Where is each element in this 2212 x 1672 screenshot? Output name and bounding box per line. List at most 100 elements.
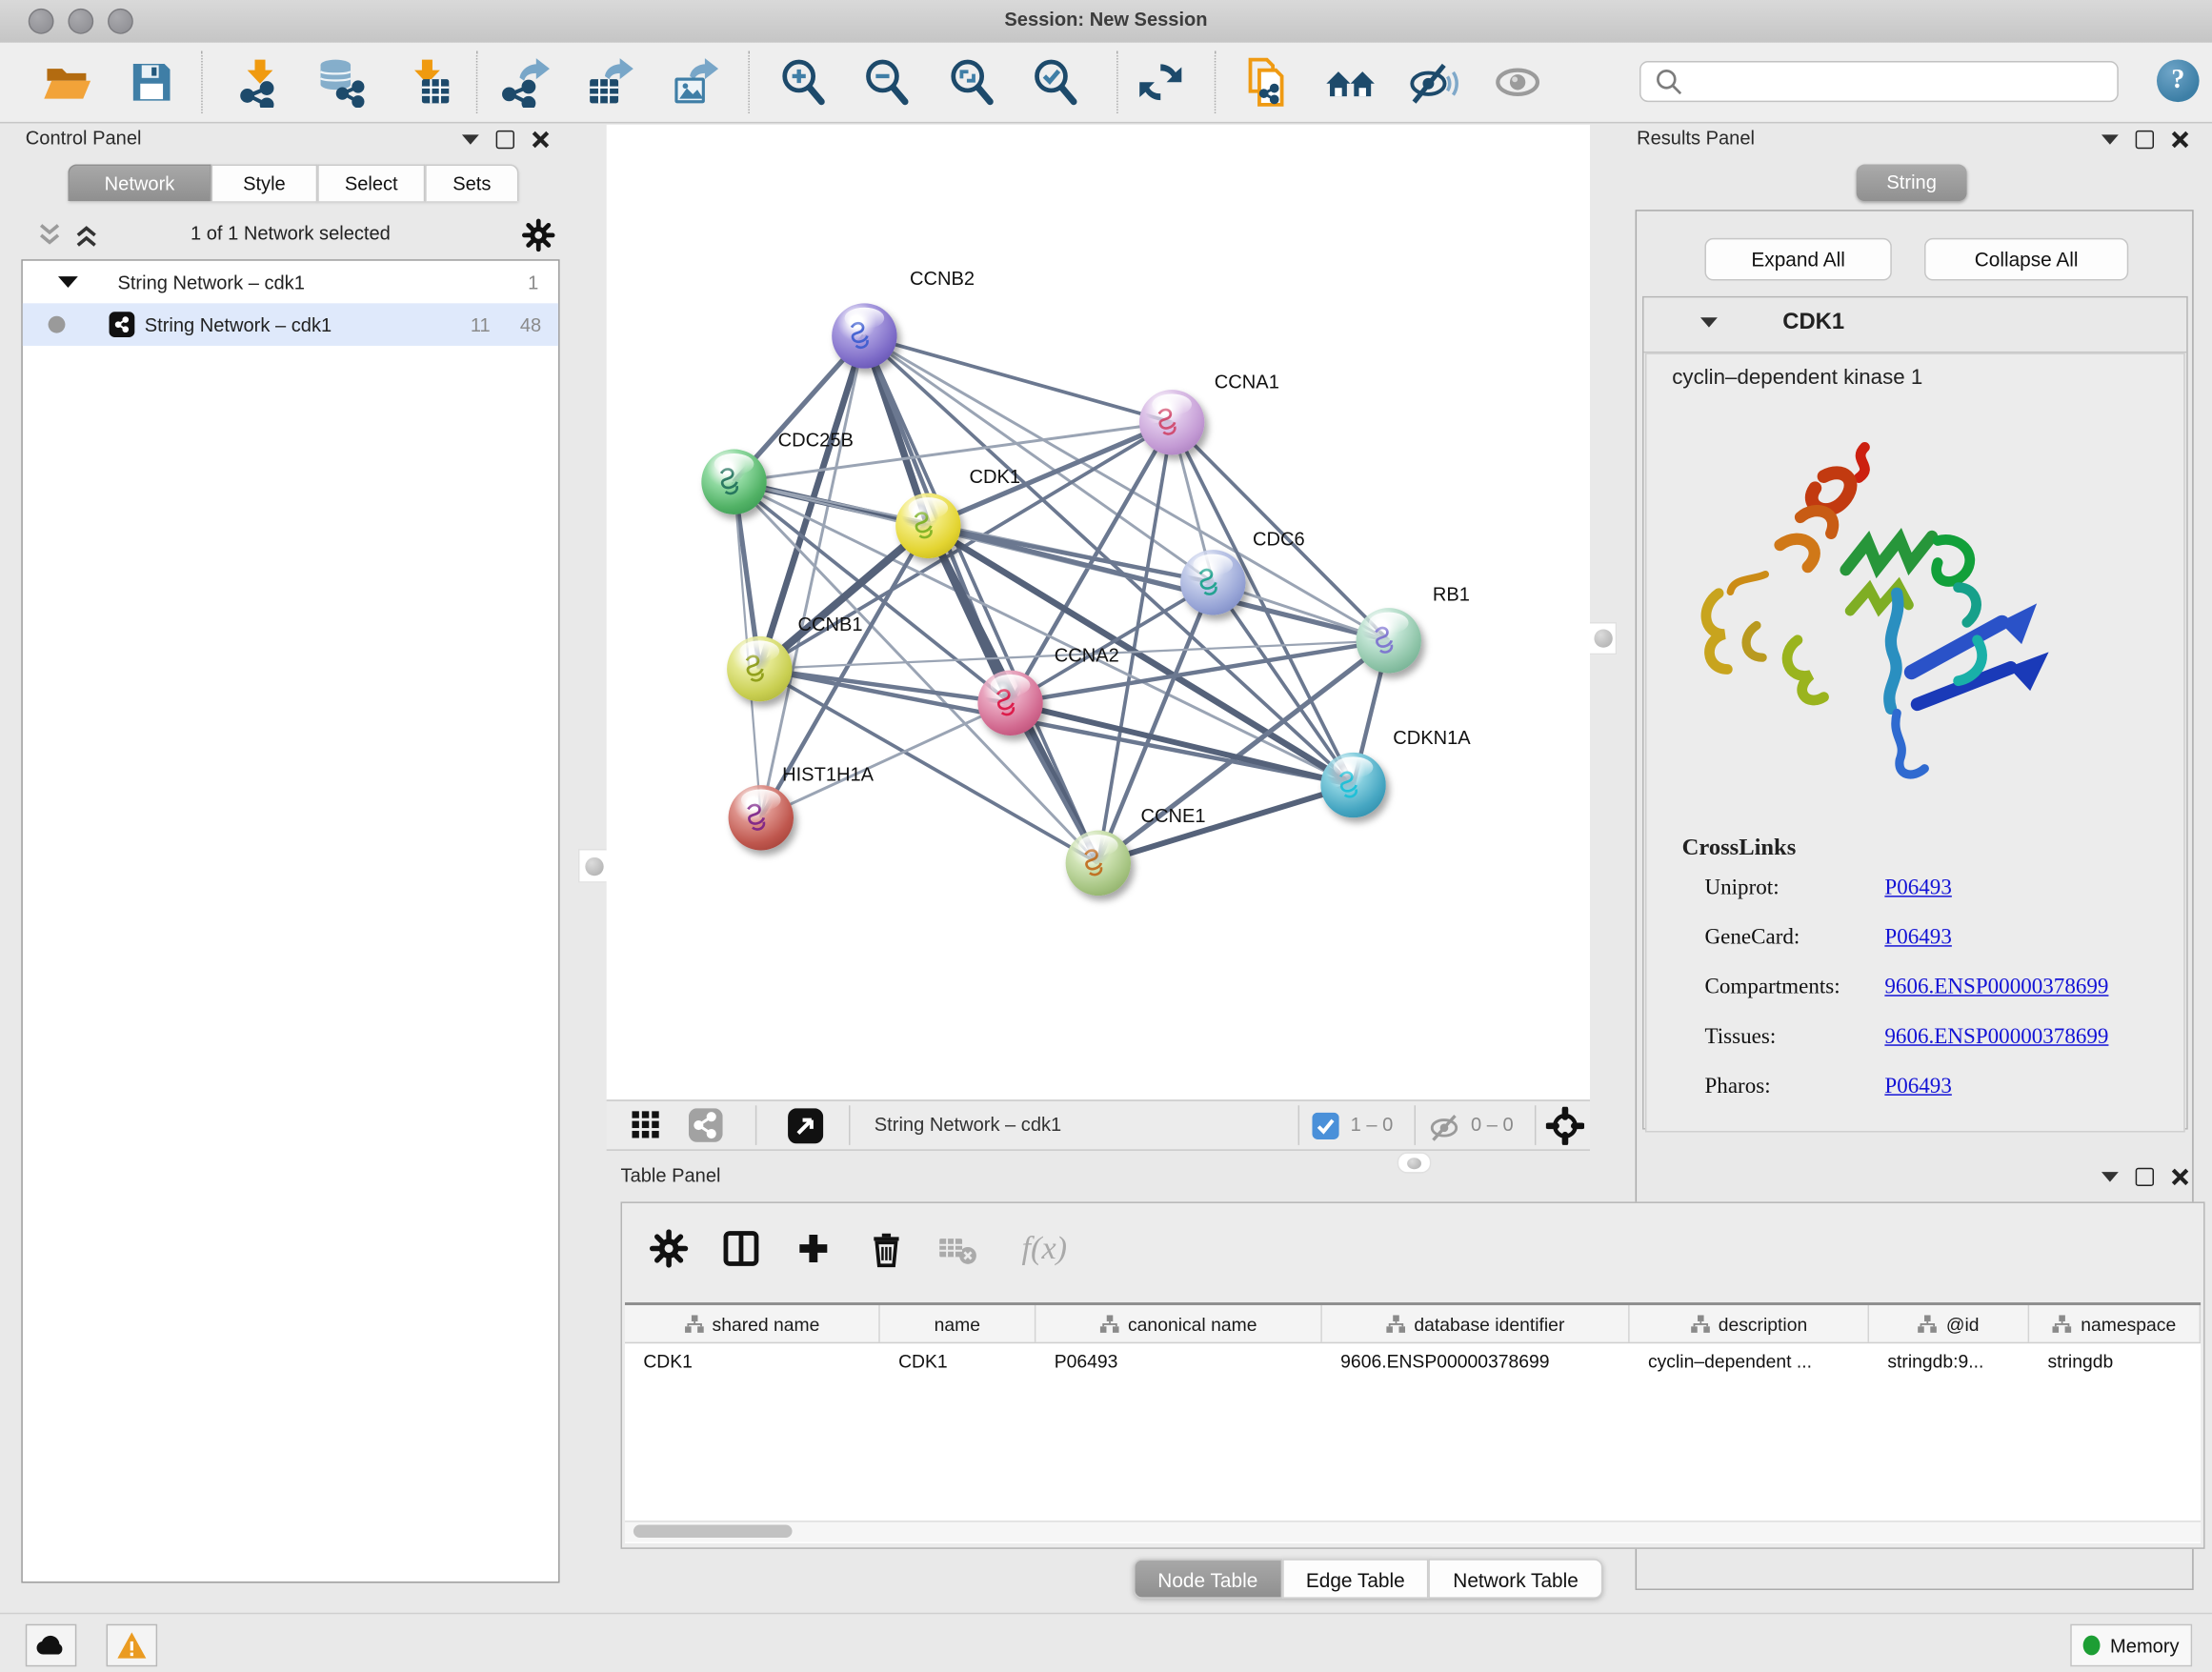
tab-network-table[interactable]: Network Table xyxy=(1429,1559,1602,1599)
network-node-ccnb2[interactable] xyxy=(832,303,896,368)
column-header-database-identifier[interactable]: database identifier xyxy=(1322,1305,1630,1342)
table-panel-title: Table Panel xyxy=(621,1165,721,1186)
tab-sets[interactable]: Sets xyxy=(425,165,518,202)
table-cell[interactable]: stringdb xyxy=(2029,1343,2201,1378)
export-network-button[interactable] xyxy=(499,54,556,111)
clone-network-button[interactable] xyxy=(1238,54,1296,111)
network-node-cdk1[interactable] xyxy=(895,494,960,558)
birds-eye-crosshair-icon[interactable] xyxy=(1546,1107,1584,1145)
show-hidden-button[interactable] xyxy=(1489,54,1546,111)
network-row[interactable]: String Network – cdk1 11 48 xyxy=(23,303,558,346)
open-session-button[interactable] xyxy=(38,54,95,111)
network-node-cdc6[interactable] xyxy=(1180,550,1245,614)
delete-column-button[interactable] xyxy=(858,1221,913,1276)
network-node-ccnb1[interactable] xyxy=(727,636,792,701)
network-node-hist1h1a[interactable] xyxy=(729,785,794,850)
close-panel-icon[interactable] xyxy=(532,131,550,149)
tab-edge-table[interactable]: Edge Table xyxy=(1282,1559,1429,1599)
entry-header[interactable]: CDK1 xyxy=(1644,297,2187,353)
import-table-file-button[interactable] xyxy=(399,54,456,111)
import-network-from-database-button[interactable] xyxy=(312,54,369,111)
table-cell[interactable]: CDK1 xyxy=(880,1343,1036,1378)
open-in-window-button[interactable] xyxy=(784,1104,827,1147)
network-node-ccna2[interactable] xyxy=(977,671,1042,735)
plus-icon xyxy=(794,1230,832,1267)
show-columns-button[interactable] xyxy=(714,1221,769,1276)
panel-menu-icon[interactable] xyxy=(2101,134,2119,144)
add-column-button[interactable] xyxy=(787,1221,841,1276)
search-input[interactable] xyxy=(1686,61,2117,102)
grid-view-button[interactable] xyxy=(625,1104,668,1147)
table-cell[interactable]: stringdb:9... xyxy=(1869,1343,2029,1378)
apply-layout-button[interactable] xyxy=(1133,54,1190,111)
float-panel-icon[interactable] xyxy=(2136,1168,2154,1186)
memory-button[interactable]: Memory xyxy=(2070,1624,2192,1667)
crosslink-link[interactable]: P06493 xyxy=(1884,925,1951,951)
selected-checkbox-icon[interactable] xyxy=(1312,1113,1338,1139)
tab-network[interactable]: Network xyxy=(68,165,211,202)
network-node-ccne1[interactable] xyxy=(1066,831,1131,896)
protein-squiggle-icon xyxy=(1139,390,1204,454)
zoom-fit-icon xyxy=(947,57,998,109)
table-cell[interactable]: 9606.ENSP00000378699 xyxy=(1322,1343,1630,1378)
column-header-description[interactable]: description xyxy=(1630,1305,1869,1342)
network-node-cdkn1a[interactable] xyxy=(1320,753,1385,817)
crosslink-link[interactable]: 9606.ENSP00000378699 xyxy=(1884,1024,2108,1050)
houses-icon xyxy=(1323,57,1377,109)
close-panel-icon[interactable] xyxy=(2171,1168,2189,1186)
hide-selected-button[interactable] xyxy=(1406,54,1463,111)
zoom-fit-content-button[interactable] xyxy=(944,54,1001,111)
zoom-out-button[interactable] xyxy=(858,54,915,111)
table-row[interactable]: CDK1CDK1P064939606.ENSP00000378699cyclin… xyxy=(625,1343,2201,1378)
table-cell[interactable]: CDK1 xyxy=(625,1343,880,1378)
main-toolbar: ? xyxy=(0,43,2212,124)
tree-expand-icon[interactable] xyxy=(58,276,78,288)
float-panel-icon[interactable] xyxy=(2136,131,2154,149)
zoom-selected-button[interactable] xyxy=(1027,54,1084,111)
network-collection-row[interactable]: String Network – cdk1 1 xyxy=(23,261,558,304)
protein-structure-image xyxy=(1678,405,2058,816)
entry-collapse-icon[interactable] xyxy=(1700,317,1718,327)
expand-all-button[interactable]: Expand All xyxy=(1704,238,1891,281)
import-network-file-button[interactable] xyxy=(231,54,288,111)
close-panel-icon[interactable] xyxy=(2171,131,2189,149)
table-cell[interactable]: P06493 xyxy=(1036,1343,1321,1378)
float-panel-icon[interactable] xyxy=(496,131,514,149)
tab-node-table[interactable]: Node Table xyxy=(1134,1559,1282,1599)
hidden-count: 0 – 0 xyxy=(1471,1114,1514,1135)
network-icon-button[interactable] xyxy=(684,1104,727,1147)
column-header-namespace[interactable]: namespace xyxy=(2029,1305,2201,1342)
network-canvas[interactable]: CCNB2 CCNA1 CDC25B CDK1 CDC6 RB1 CCNB1 C… xyxy=(607,125,1590,1099)
table-settings-button[interactable] xyxy=(642,1221,696,1276)
crosslink-link[interactable]: P06493 xyxy=(1884,1075,1951,1100)
tab-select[interactable]: Select xyxy=(317,165,425,202)
column-header-shared-name[interactable]: shared name xyxy=(625,1305,880,1342)
zoom-selected-icon xyxy=(1030,57,1081,109)
network-node-ccna1[interactable] xyxy=(1139,390,1204,454)
export-image-button[interactable] xyxy=(666,54,723,111)
scrollbar-thumb[interactable] xyxy=(633,1525,793,1538)
crosslink-link[interactable]: P06493 xyxy=(1884,876,1951,901)
results-tab-string[interactable]: String xyxy=(1857,165,1967,202)
column-header--id[interactable]: @id xyxy=(1869,1305,2029,1342)
table-cell[interactable]: cyclin–dependent ... xyxy=(1630,1343,1869,1378)
cloud-status-button[interactable] xyxy=(26,1624,77,1667)
network-node-cdc25b[interactable] xyxy=(701,450,766,514)
warnings-button[interactable] xyxy=(107,1624,158,1667)
zoom-in-button[interactable] xyxy=(775,54,833,111)
network-icon xyxy=(110,312,135,337)
export-table-button[interactable] xyxy=(581,54,638,111)
show-all-networks-button[interactable] xyxy=(1322,54,1379,111)
save-session-button[interactable] xyxy=(123,54,180,111)
gear-icon[interactable] xyxy=(521,218,555,252)
network-node-rb1[interactable] xyxy=(1357,608,1421,673)
column-header-name[interactable]: name xyxy=(880,1305,1036,1342)
panel-menu-icon[interactable] xyxy=(462,134,479,144)
horizontal-scrollbar[interactable] xyxy=(625,1521,2201,1541)
tab-style[interactable]: Style xyxy=(211,165,318,202)
collapse-all-button[interactable]: Collapse All xyxy=(1924,238,2128,281)
column-header-canonical-name[interactable]: canonical name xyxy=(1036,1305,1321,1342)
help-button[interactable]: ? xyxy=(2157,59,2200,102)
crosslink-link[interactable]: 9606.ENSP00000378699 xyxy=(1884,975,2108,1000)
panel-menu-icon[interactable] xyxy=(2101,1172,2119,1181)
